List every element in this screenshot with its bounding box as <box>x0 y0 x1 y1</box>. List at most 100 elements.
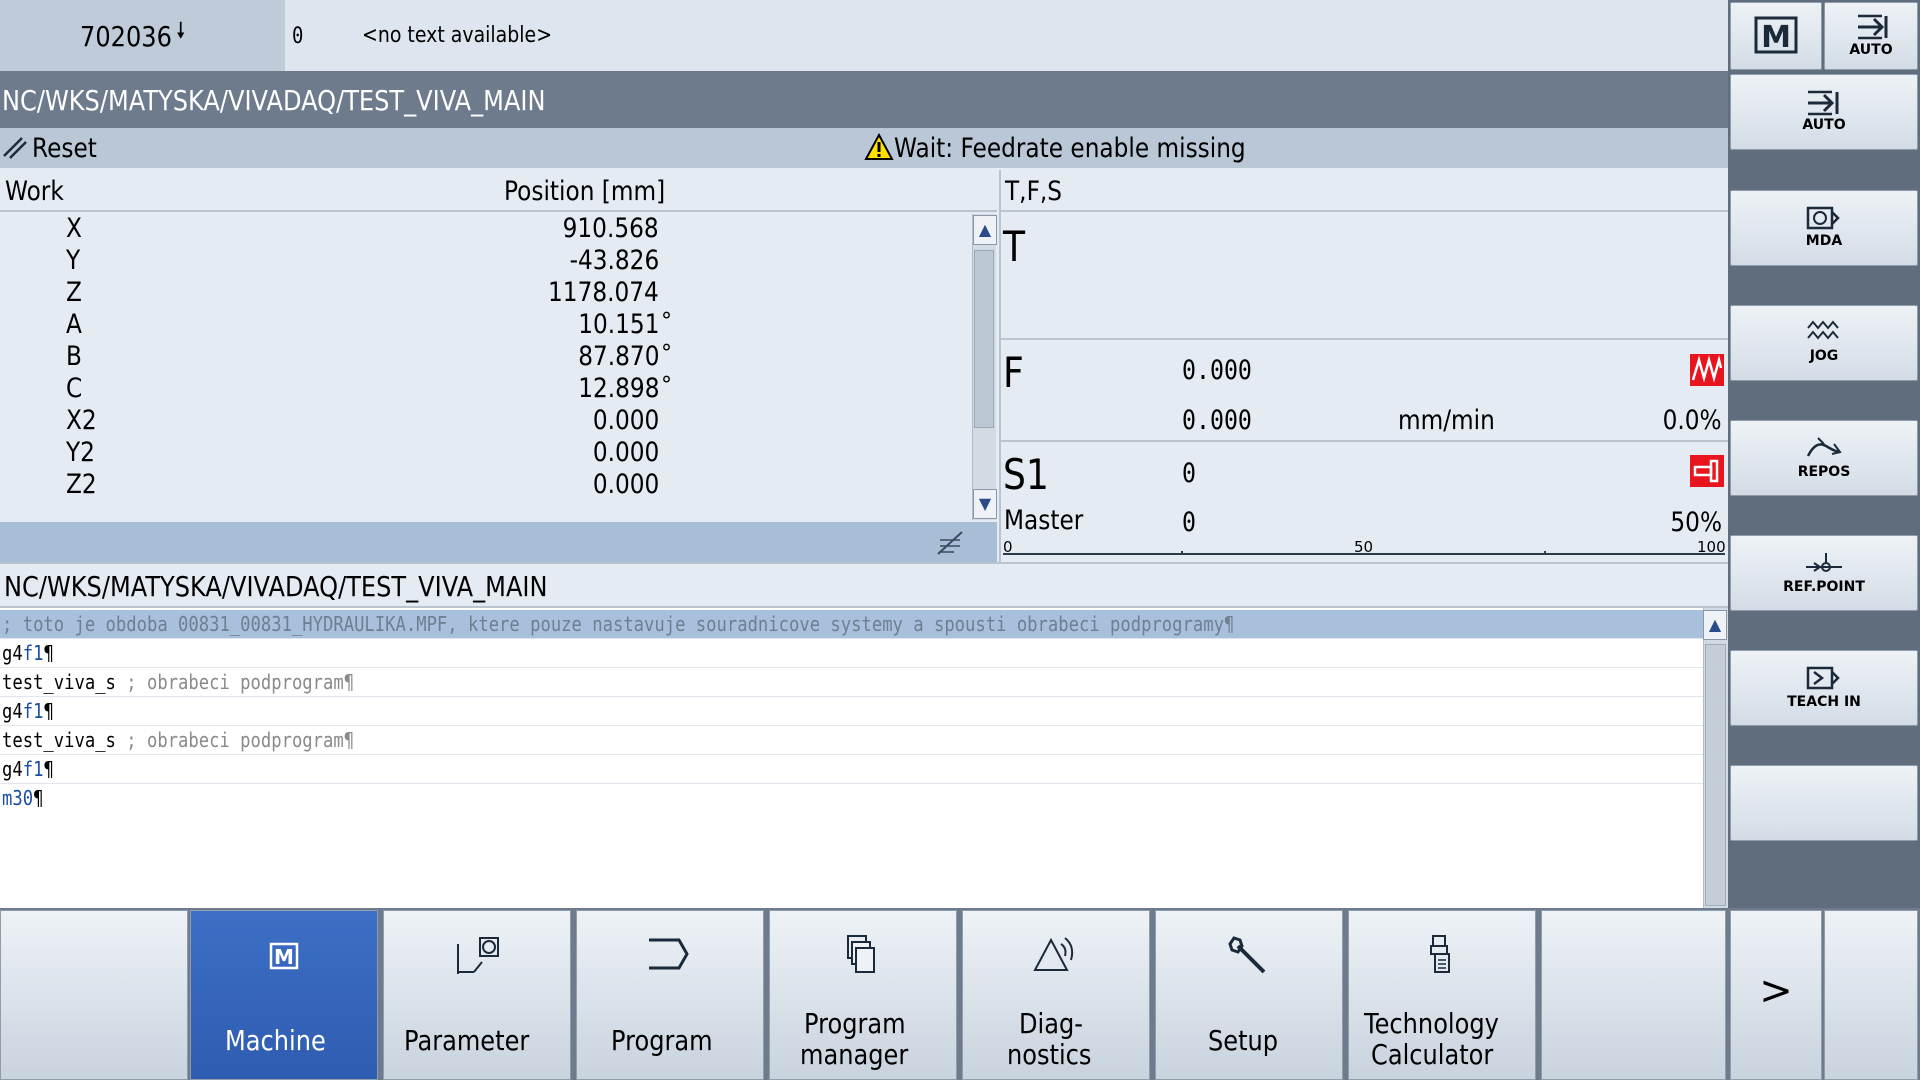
spindle-label: S1 <box>1003 450 1049 499</box>
warning-icon <box>864 133 894 160</box>
alarm-number: 702036 <box>80 20 172 53</box>
code-line[interactable]: m30¶ <box>0 784 1703 813</box>
more-arrow-icon: > <box>1759 968 1793 1014</box>
code-line[interactable]: g4f1¶ <box>0 755 1703 784</box>
svg-text:M: M <box>1761 20 1791 55</box>
degree-unit: ° <box>661 341 672 366</box>
status-message: Wait: Feedrate enable missing <box>894 133 1246 164</box>
feed-override: 0.0% <box>1662 405 1722 436</box>
tick-mark <box>1181 551 1183 555</box>
spindle-stop-icon <box>1690 455 1724 487</box>
tfs-panel <box>999 170 1728 562</box>
machine-area-icon: M <box>1754 16 1798 55</box>
repos-icon <box>1806 437 1842 457</box>
tool-label: T <box>1003 222 1026 271</box>
master-override: 50% <box>1670 507 1722 538</box>
alarm-text: <no text available> <box>362 23 553 48</box>
softkey-label: Program <box>610 1024 713 1057</box>
tfs-title: T,F,S <box>1005 176 1063 207</box>
position-footer <box>0 522 997 562</box>
axis-value: 0.000 <box>592 469 659 500</box>
column-work: Work <box>5 176 64 207</box>
alarm-count: 0 <box>292 24 304 49</box>
tfs-header <box>999 170 1728 212</box>
softkey-label: AUTO <box>1802 117 1846 133</box>
softkey-label: MDA <box>1805 233 1843 249</box>
code-line[interactable]: ; toto je obdoba 00831_00831_HYDRAULIKA.… <box>0 610 1703 639</box>
softkey-empty[interactable] <box>1824 910 1918 1080</box>
spindle-speed: 0 <box>1182 458 1196 489</box>
program-manager-icon <box>847 935 875 973</box>
wrench-icon <box>1228 936 1266 974</box>
reset-icon <box>3 137 27 159</box>
scroll-down-button[interactable]: ▼ <box>973 489 997 519</box>
degree-unit: ° <box>661 309 672 334</box>
softkey-label: manager <box>800 1038 909 1071</box>
alarm-arrow-icon: 🠗 <box>176 19 186 44</box>
feed-actual: 0.000 <box>1182 405 1252 436</box>
code-line[interactable]: g4f1¶ <box>0 697 1703 726</box>
code-line[interactable]: test_viva_s ; obrabeci podprogram¶ <box>0 668 1703 697</box>
code-line[interactable]: test_viva_s ; obrabeci podprogram¶ <box>0 726 1703 755</box>
feed-label: F <box>1003 348 1024 397</box>
svg-text:M: M <box>274 945 294 969</box>
tick-label: 0 <box>1003 538 1013 556</box>
column-position: Position [mm] <box>504 176 666 207</box>
axis-name: B <box>66 341 82 372</box>
diagnostics-icon <box>1033 937 1074 971</box>
editor-title: NC/WKS/MATYSKA/VIVADAQ/TEST_VIVA_MAIN <box>4 570 548 603</box>
master-value: 0 <box>1182 507 1196 538</box>
position-header <box>0 170 997 212</box>
scroll-up-button[interactable]: ▲ <box>1703 610 1727 640</box>
axis-name: X <box>66 213 82 244</box>
program-icon <box>649 938 689 970</box>
axis-value: 0.000 <box>592 437 659 468</box>
jog-icon <box>1807 320 1839 340</box>
softkey-label: REF.POINT <box>1783 579 1865 595</box>
code-line[interactable]: g4f1¶ <box>0 639 1703 668</box>
feed-disable-icon <box>937 531 963 555</box>
machine-icon: M <box>269 942 299 970</box>
softkey-empty[interactable] <box>1730 765 1918 841</box>
calculator-icon <box>1430 935 1450 973</box>
axis-name: Y2 <box>66 437 95 468</box>
divider <box>1001 440 1728 442</box>
softkey-label: REPOS <box>1797 464 1851 480</box>
teachin-icon <box>1806 666 1840 690</box>
axis-value: 12.898 <box>577 373 659 404</box>
program-path: NC/WKS/MATYSKA/VIVADAQ/TEST_VIVA_MAIN <box>2 84 546 117</box>
auto-small-label: AUTO <box>1849 42 1893 58</box>
auto-icon <box>1808 90 1839 116</box>
axis-name: Z2 <box>66 469 97 500</box>
scroll-thumb[interactable] <box>1705 644 1726 906</box>
softkey-empty[interactable] <box>0 910 188 1080</box>
tick-mark <box>1544 551 1546 555</box>
axis-name: C <box>66 373 83 404</box>
axis-name: Z <box>66 277 82 308</box>
master-label: Master <box>1004 505 1084 536</box>
softkey-label: TEACH IN <box>1787 694 1861 710</box>
softkey-label: Diag- <box>1018 1007 1083 1040</box>
softkey-label: JOG <box>1809 348 1839 364</box>
divider <box>1001 338 1728 340</box>
softkey-empty[interactable] <box>1541 910 1726 1080</box>
mda-icon <box>1806 206 1840 230</box>
axis-name: A <box>66 309 82 340</box>
position-panel <box>0 168 997 562</box>
axis-value: 910.568 <box>562 213 659 244</box>
axis-name: Y <box>66 245 81 276</box>
axis-value: 10.151 <box>577 309 659 340</box>
channel-state: Reset <box>32 133 97 164</box>
softkey-label: nostics <box>1006 1038 1092 1071</box>
softkey-label: Program <box>803 1007 906 1040</box>
tick-label: 50 <box>1354 538 1374 556</box>
softkey-label: Machine <box>225 1024 327 1057</box>
axis-value: 0.000 <box>592 405 659 436</box>
scroll-up-button[interactable]: ▲ <box>973 215 997 245</box>
scroll-thumb[interactable] <box>974 250 994 428</box>
auto-small-icon <box>1858 14 1888 40</box>
feed-setpoint: 0.000 <box>1182 355 1252 386</box>
feed-stop-icon <box>1690 354 1724 386</box>
axis-value: 87.870 <box>577 341 659 372</box>
feed-unit: mm/min <box>1398 405 1495 436</box>
